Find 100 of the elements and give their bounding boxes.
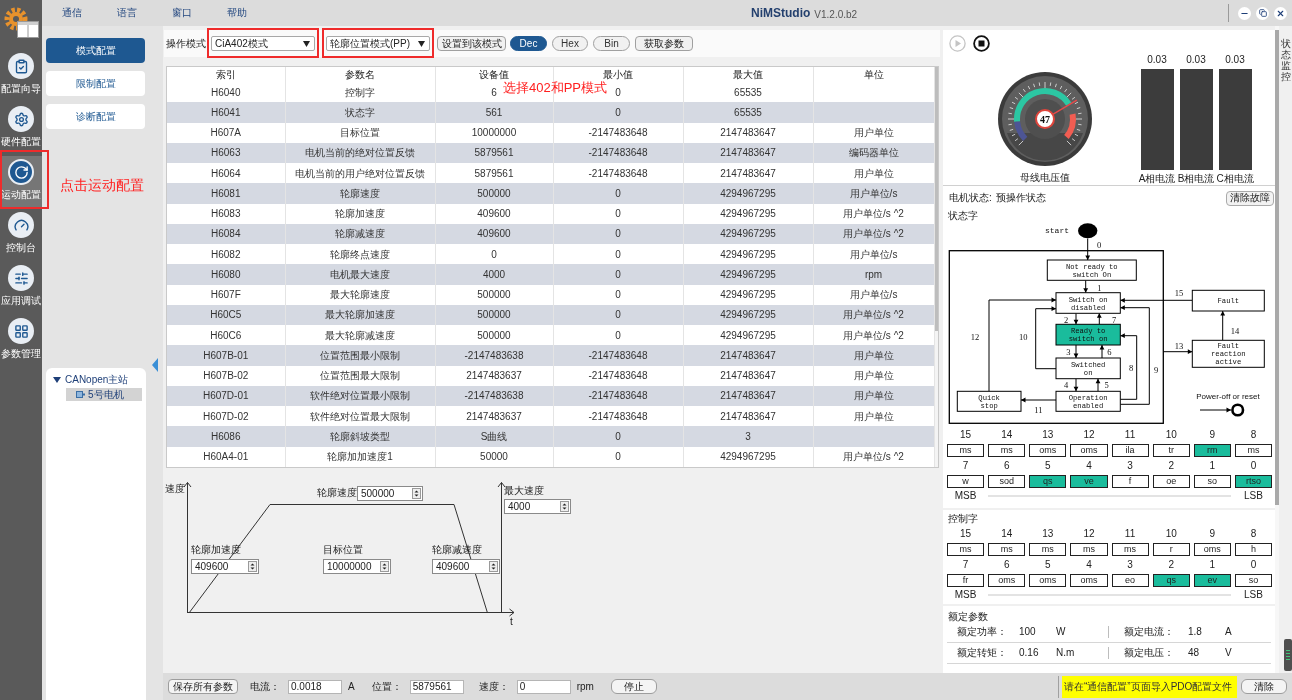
readout-field[interactable]: 0.0018 (288, 679, 342, 694)
spin-field[interactable]: 4000 (504, 499, 571, 514)
max-value: 4294967295 (720, 248, 776, 260)
spinner-icon[interactable] (380, 561, 389, 572)
subnav-tab[interactable]: 诊断配置 (46, 104, 145, 129)
device-value: 500000 (477, 289, 511, 301)
parameter-index: H6063 (211, 147, 241, 159)
max-value: 2147483647 (720, 127, 776, 139)
format-tab[interactable]: Bin (593, 36, 630, 51)
side-tab[interactable]: 状态监控 (1280, 38, 1291, 82)
unit-label: A (1225, 626, 1232, 638)
gear-icon (8, 106, 34, 132)
readout-field[interactable]: 0 (516, 679, 571, 694)
spinner-icon[interactable] (248, 561, 257, 572)
app-title: NiMStudio (751, 5, 811, 22)
bit-number: 10 (1165, 430, 1177, 440)
clear-fault-button[interactable]: 清除故障 (1226, 190, 1274, 206)
restore-icon[interactable] (1256, 6, 1269, 20)
parameter-index: H607D-02 (202, 410, 249, 422)
transition-number: 7 (1111, 315, 1117, 325)
subnav-tab[interactable]: 模式配置 (46, 38, 145, 63)
clipboard-check-icon (8, 53, 34, 79)
group-title: 控制字 (948, 513, 978, 524)
motor-state-value: 预操作状态 (995, 192, 1046, 204)
fetch-params-button[interactable]: 获取参数 (635, 36, 693, 51)
bit-number: 13 (1042, 529, 1054, 539)
grip-icon[interactable] (1283, 639, 1292, 671)
parameter-name: 轮廓加加速度1 (327, 451, 393, 463)
parameter-index: H6081 (211, 187, 241, 199)
clear-button[interactable]: 清除 (1241, 679, 1287, 694)
transition-arrow (1099, 344, 1105, 359)
parameter-index: H607B-01 (203, 349, 249, 361)
device-value: 50000 (480, 451, 508, 463)
spinner-icon[interactable] (412, 488, 421, 499)
collapse-icon[interactable] (152, 358, 158, 372)
min-value: 0 (615, 86, 621, 98)
app-logo (3, 6, 39, 38)
bit-number: 4 (1086, 461, 1092, 471)
spin-field[interactable]: 10000000 (323, 559, 391, 574)
close-icon[interactable] (1274, 6, 1287, 20)
column-header: 参数名 (345, 69, 375, 80)
annotation-note: 选择402和PP模式 (503, 81, 608, 95)
tree-node[interactable]: CANopen主站 (65, 374, 129, 386)
control-bit: ev (1193, 574, 1231, 587)
current-value: 0.03 (1186, 54, 1206, 66)
menu-item[interactable]: 帮助 (209, 7, 264, 19)
mode-dropdown[interactable]: 轮廓位置模式(PP) (326, 36, 430, 51)
format-tab[interactable]: Hex (552, 36, 588, 51)
motor-state-label: 电机状态: (949, 192, 992, 204)
readout-field[interactable]: 5879561 (409, 679, 464, 694)
bit-number: 6 (1003, 461, 1010, 471)
menu-item[interactable]: 通信 (44, 7, 99, 19)
stop-button[interactable]: 停止 (610, 679, 657, 694)
min-value: -2147483648 (588, 167, 648, 179)
bit-number: 8 (1250, 430, 1257, 440)
spinner-icon[interactable] (560, 501, 569, 512)
stop-icon[interactable] (973, 34, 990, 52)
spin-field[interactable]: 409600 (432, 559, 500, 574)
rated-label: 额定转矩： (957, 647, 1008, 659)
spin-field[interactable]: 500000 (357, 486, 423, 501)
start-node (1078, 223, 1098, 239)
format-tab[interactable]: Dec (510, 36, 547, 51)
status-bit: oms (1070, 444, 1108, 457)
scrollbar-thumb[interactable] (1275, 30, 1279, 505)
transition-number: 15 (1174, 288, 1184, 299)
spin-field[interactable]: 409600 (191, 559, 259, 574)
parameter-name: 轮廓斜坡类型 (330, 430, 390, 442)
unit-label: rpm (576, 680, 594, 693)
tree-node[interactable]: 5号电机 (66, 388, 142, 401)
rated-value: 1.8 (1188, 626, 1203, 638)
subnav-tab[interactable]: 限制配置 (46, 71, 145, 96)
min-value: -2147483648 (588, 390, 648, 402)
parameter-name: 目标位置 (340, 127, 380, 139)
bit-number: 7 (962, 560, 969, 570)
parameter-name: 最大轮廓减速度 (325, 329, 395, 341)
transition-number: 14 (1230, 325, 1240, 336)
transition-number: 11 (1034, 405, 1043, 415)
max-value: 4294967295 (720, 309, 776, 321)
device-value: -2147483638 (464, 390, 524, 402)
transition-number: 10 (1019, 332, 1028, 343)
transition-number: 12 (970, 332, 980, 343)
save-button[interactable]: 保存所有参数 (168, 679, 238, 694)
spinner-icon[interactable] (489, 561, 498, 572)
bit-number: 5 (1045, 461, 1051, 471)
status-bit: so (1193, 475, 1231, 488)
nav-item[interactable]: 运动配置 (0, 156, 42, 209)
bit-number: 15 (960, 529, 972, 539)
group-title: 额定参数 (948, 611, 988, 622)
menu-item[interactable]: 窗口 (154, 7, 209, 19)
parameter-index: H6064 (211, 167, 241, 179)
mode-dropdown[interactable]: CiA402模式 (211, 36, 315, 51)
menu-item[interactable]: 语言 (99, 7, 154, 19)
set-mode-button[interactable]: 设置到该模式 (437, 36, 506, 51)
device-value: 2147483637 (466, 410, 522, 422)
expand-caret-icon[interactable] (53, 376, 61, 384)
scrollbar-thumb[interactable] (934, 67, 938, 331)
parameter-name: 轮廓速度 (340, 187, 380, 199)
minimize-icon[interactable] (1238, 6, 1251, 20)
bit-number: 3 (1127, 461, 1133, 471)
device-value: 409600 (477, 208, 511, 220)
